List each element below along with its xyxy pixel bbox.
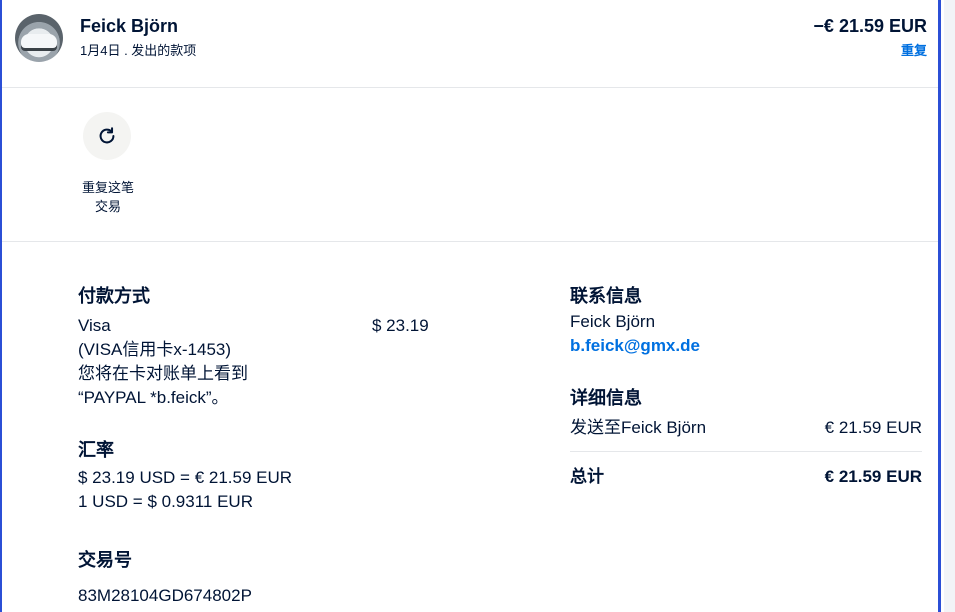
transaction-amount: −€ 21.59 EUR — [813, 16, 927, 36]
total-amount: € 21.59 EUR — [824, 467, 922, 486]
divider — [2, 87, 938, 88]
transaction-id-heading: 交易号 — [78, 550, 132, 570]
window-frame-left — [0, 0, 2, 612]
transaction-subtitle: 1月4日 . 发出的款项 — [80, 43, 197, 58]
exchange-rate-line2: 1 USD = $ 0.9311 EUR — [78, 492, 253, 511]
statement-note-line2: “PAYPAL *b.feick”。 — [78, 388, 229, 407]
repeat-label-line2: 交易 — [94, 199, 121, 214]
sent-to-label: 发送至Feick Björn — [570, 418, 707, 437]
repeat-label-line1: 重复这笔 — [81, 180, 134, 195]
exchange-rate-heading: 汇率 — [78, 440, 114, 460]
car-image — [21, 34, 57, 48]
exchange-rate-line1: $ 23.19 USD = € 21.59 EUR — [78, 468, 293, 487]
contact-name: Feick Björn — [570, 312, 656, 331]
statement-note-line1: 您将在卡对账单上看到 — [78, 364, 248, 383]
sent-to-amount: € 21.59 EUR — [824, 418, 922, 437]
repeat-transaction-button[interactable] — [83, 112, 131, 160]
total-label: 总计 — [570, 467, 604, 486]
card-detail: (VISA信用卡x-1453) — [78, 340, 232, 359]
contact-heading: 联系信息 — [570, 286, 642, 306]
avatar — [15, 14, 63, 62]
window-frame-right — [938, 0, 941, 612]
card-name: Visa — [78, 316, 111, 335]
recipient-name: Feick Björn — [80, 16, 179, 36]
divider — [2, 241, 938, 242]
refresh-icon — [99, 127, 115, 144]
repeat-transaction-label: 重复这笔 交易 — [68, 178, 148, 216]
contact-email-link[interactable]: b.feick@gmx.de — [570, 334, 700, 358]
details-heading: 详细信息 — [570, 388, 642, 408]
transaction-id: 83M28104GD674802P — [78, 586, 252, 605]
divider — [570, 451, 922, 452]
payment-method-heading: 付款方式 — [78, 286, 150, 306]
payment-amount: $ 23.19 — [372, 316, 429, 335]
scrollbar-track[interactable] — [944, 0, 955, 612]
repeat-link[interactable]: 重复 — [901, 40, 927, 59]
